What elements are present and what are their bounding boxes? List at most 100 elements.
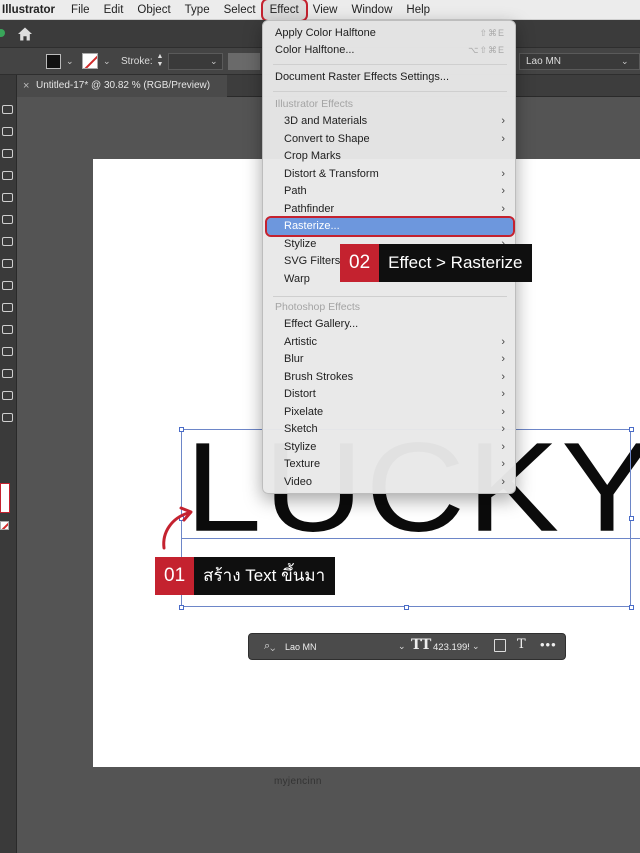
shortcut-label: ⌥⇧⌘E [468,45,505,55]
more-options-icon[interactable]: ••• [540,637,557,652]
width-tool-icon[interactable] [2,303,13,312]
free-transform-tool-icon[interactable] [2,325,13,334]
style-field[interactable] [228,53,260,70]
resize-handle-top-right[interactable] [629,427,634,432]
scale-tool-icon[interactable] [2,281,13,290]
pencil-tool-icon[interactable] [2,193,13,202]
chevron-down-icon[interactable]: ⌄ [103,56,111,67]
menu-item-label: Rasterize... [284,220,340,232]
chevron-right-icon: › [501,185,505,197]
step-1-number: 01 [155,557,195,595]
window-zoom-button[interactable] [0,29,5,37]
resize-handle-bottom-center[interactable] [404,605,409,610]
resize-handle-bottom-left[interactable] [179,605,184,610]
menu-separator [273,296,507,297]
task-bar-font-field[interactable]: Lao MN [285,642,317,652]
rotate-tool-icon[interactable] [2,259,13,268]
app-menu[interactable]: Illustrator [0,0,64,20]
menu-item-crop-marks[interactable]: Crop Marks [263,148,517,165]
chevron-right-icon: › [501,440,505,453]
paragraph-panel-icon[interactable] [494,639,506,652]
eyedropper-tool-icon[interactable] [2,369,13,378]
menu-item-pathfinder[interactable]: Pathfinder › [263,201,517,218]
close-icon[interactable]: × [23,75,29,97]
menu-item-path[interactable]: Path › [263,183,517,200]
menu-item-rasterize[interactable]: Rasterize... [265,216,515,237]
chevron-down-icon[interactable]: ⌄ [66,56,74,67]
chevron-right-icon: › [501,167,505,180]
menu-item-stylize[interactable]: Stylize › [263,439,517,456]
menu-item-label: Convert to Shape [284,132,370,145]
selection-tool-icon[interactable] [2,105,13,114]
resize-handle-middle-right[interactable] [629,516,634,521]
chevron-right-icon: › [501,423,505,435]
gradient-tool-icon[interactable] [2,347,13,356]
menu-help[interactable]: Help [399,0,437,20]
chevron-down-icon[interactable]: ⌄ [210,56,218,67]
resize-handle-top-left[interactable] [179,427,184,432]
menu-item-brush-strokes[interactable]: Brush Strokes › [263,369,517,386]
home-icon[interactable] [17,26,33,42]
menu-item-distort-transform[interactable]: Distort & Transform › [263,166,517,183]
font-search-icon[interactable]: ⌕⌄ [264,640,275,653]
menu-item-document-raster-settings[interactable]: Document Raster Effects Settings... [263,69,517,86]
menu-item-label: Path [284,185,307,197]
menu-item-effect-gallery[interactable]: Effect Gallery... [263,316,517,333]
resize-handle-bottom-right[interactable] [629,605,634,610]
shape-tool-icon[interactable] [2,237,13,246]
menu-item-color-halftone[interactable]: Color Halftone... ⌥⇧⌘E [263,42,517,59]
font-size-field[interactable]: 423.1995 [433,642,469,653]
pen-tool-icon[interactable] [2,149,13,158]
menu-type[interactable]: Type [178,0,217,20]
stroke-label: Stroke: [121,56,153,67]
menu-item-blur[interactable]: Blur › [263,351,517,368]
stroke-color-swatch[interactable] [82,53,98,69]
watermark: myjencinn [274,776,322,787]
chevron-right-icon: › [501,202,505,215]
menu-item-3d-and-materials[interactable]: 3D and Materials › [263,113,517,130]
chevron-down-icon[interactable]: ⌄ [621,56,629,67]
chevron-right-icon: › [501,405,505,418]
menu-item-label: SVG Filters [284,255,341,267]
menu-window[interactable]: Window [344,0,399,20]
menu-item-sketch[interactable]: Sketch › [263,421,517,438]
menu-view[interactable]: View [306,0,345,20]
create-outlines-icon[interactable]: T [517,637,529,652]
menu-object[interactable]: Object [130,0,177,20]
tab-document[interactable]: × Untitled-17* @ 30.82 % (RGB/Preview) [17,75,227,97]
menu-item-label: Brush Strokes [284,370,354,383]
step-1-text: สร้าง Text ขึ้นมา [194,557,336,595]
hand-tool-icon[interactable] [2,391,13,400]
curvature-tool-icon[interactable] [2,171,13,180]
annotation-step-2: 02 Effect > Rasterize [340,244,533,282]
section-illustrator-effects: Illustrator Effects [275,98,354,110]
menu-edit[interactable]: Edit [97,0,131,20]
shortcut-label: ⇧⌘E [479,28,505,38]
chevron-right-icon: › [501,458,505,470]
font-size-icon: TT [411,637,432,653]
zoom-tool-icon[interactable] [2,413,13,422]
brush-tool-icon[interactable] [2,215,13,224]
chevron-down-icon[interactable]: ⌄ [472,641,480,652]
menu-item-convert-to-shape[interactable]: Convert to Shape › [263,131,517,148]
stroke-stepper-icon[interactable]: ▲ ▼ [155,53,165,69]
menu-item-artistic[interactable]: Artistic › [263,334,517,351]
chevron-down-icon[interactable]: ⌄ [398,641,406,652]
menu-select[interactable]: Select [217,0,263,20]
fill-stroke-indicator[interactable] [0,483,10,513]
chevron-right-icon: › [501,132,505,145]
tools-panel [0,75,17,853]
menu-effect[interactable]: Effect [260,0,308,22]
fill-color-swatch[interactable] [46,54,61,69]
annotation-step-1: 01 สร้าง Text ขึ้นมา [155,557,336,595]
annotation-arrow-icon [162,506,193,550]
menu-item-apply-color-halftone[interactable]: Apply Color Halftone ⇧⌘E [263,25,517,42]
direct-selection-tool-icon[interactable] [2,127,13,136]
none-swatch-icon[interactable] [0,521,9,530]
menu-item-pixelate[interactable]: Pixelate › [263,404,517,421]
menu-item-distort[interactable]: Distort › [263,386,517,403]
menu-item-texture[interactable]: Texture › [263,456,517,473]
menu-item-video[interactable]: Video › [263,474,517,491]
menu-item-label: Warp [284,272,310,285]
menu-file[interactable]: File [64,0,97,20]
